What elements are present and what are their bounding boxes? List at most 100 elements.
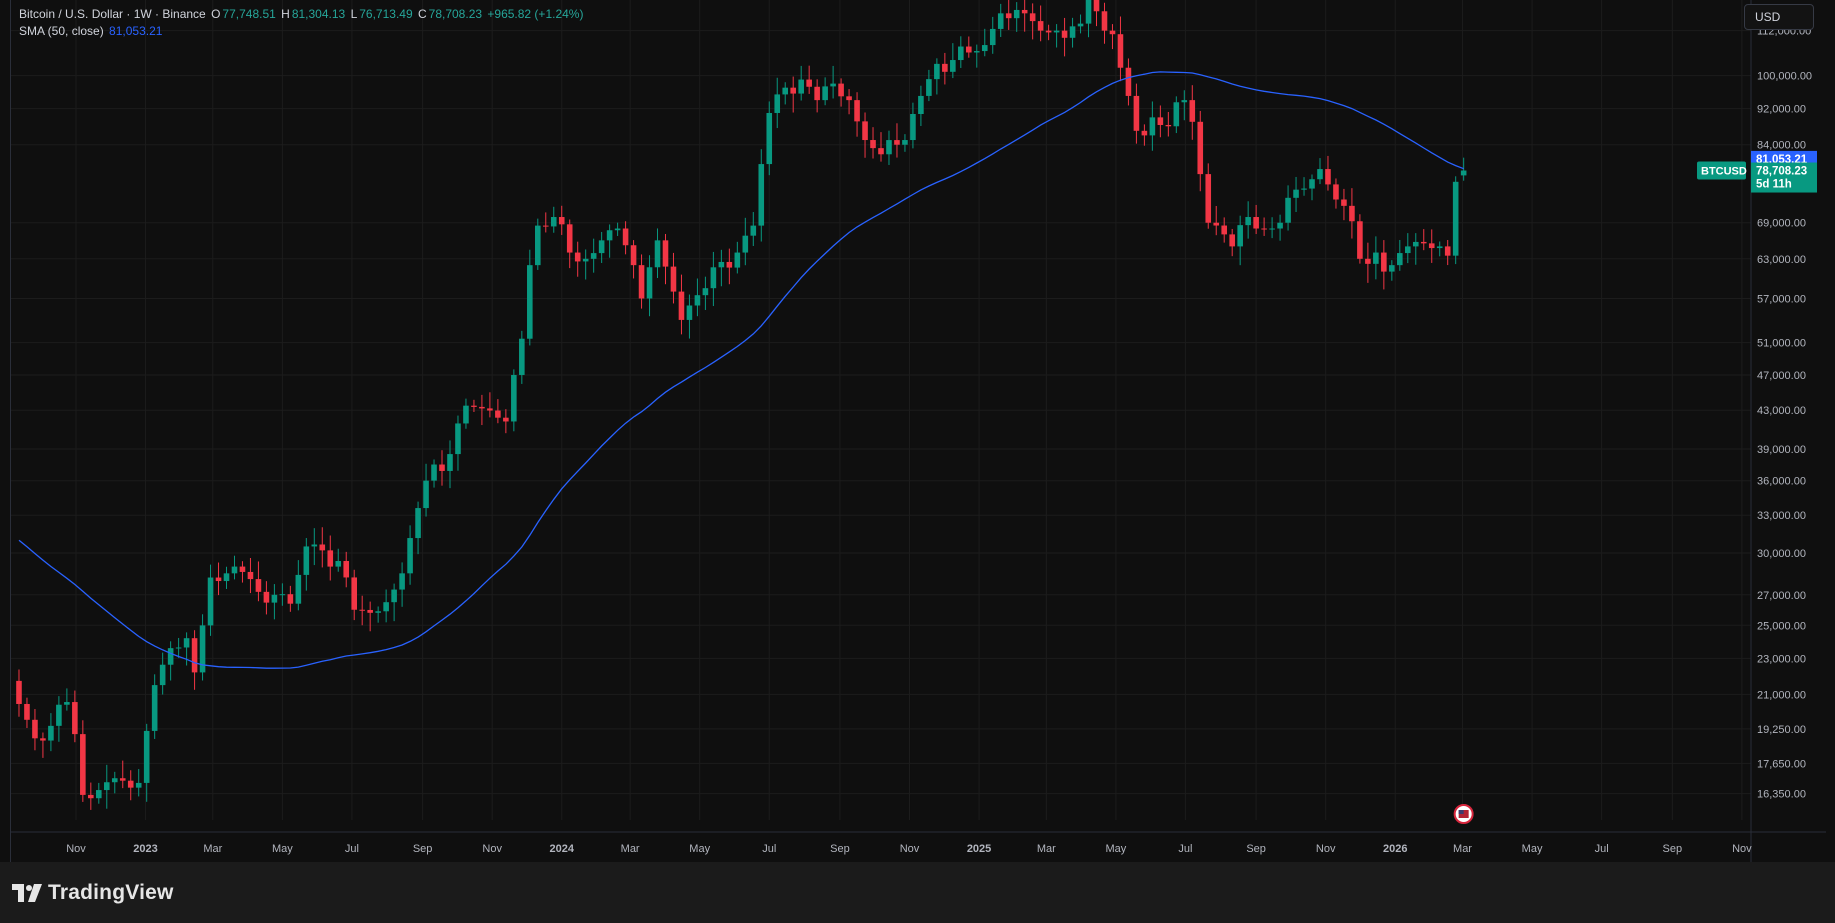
candle-body	[1293, 189, 1299, 198]
candle-body	[1149, 117, 1156, 136]
candle-body	[1013, 9, 1020, 19]
candle-body	[590, 253, 597, 259]
candle-body	[950, 60, 956, 72]
price-tick-label: 30,000.00	[1757, 548, 1806, 560]
candle-body	[495, 410, 501, 418]
candle-body	[686, 305, 693, 320]
candle-body	[519, 338, 525, 375]
chart-area[interactable]: 112,000.00 100,000.00 92,000.00 84,000.00 69…	[10, 0, 1826, 863]
candle-body	[119, 778, 126, 781]
candle-body	[1397, 253, 1403, 266]
candle-body	[870, 140, 876, 149]
candle-body	[1285, 197, 1291, 223]
time-tick-label: 2024	[549, 843, 574, 855]
currency-button[interactable]: USD	[1744, 4, 1814, 30]
candlestick-chart[interactable]: 112,000.00100,000.0092,000.0084,000.0069…	[11, 0, 1826, 862]
candle-body	[1420, 241, 1427, 244]
candle-body	[1237, 225, 1243, 247]
candle-body	[1141, 130, 1148, 136]
legend-title[interactable]: Bitcoin / U.S. Dollar · 1W · Binance	[19, 7, 206, 21]
time-tick-label: 2025	[967, 843, 991, 855]
candle-body	[1325, 169, 1331, 185]
candle-body	[215, 577, 222, 582]
candle-body	[1157, 117, 1164, 125]
candle-body	[1341, 199, 1347, 206]
candle-body	[838, 83, 844, 97]
time-tick-label: Mar	[203, 843, 222, 855]
candle-body	[606, 230, 613, 241]
price-tick-label: 47,000.00	[1757, 370, 1806, 382]
candle-body	[798, 79, 804, 94]
candle-body	[1444, 246, 1451, 256]
candle-body	[1101, 11, 1108, 31]
bar-countdown-label: 5d 11h	[1756, 179, 1792, 191]
candle-body	[646, 267, 653, 299]
candle-body	[503, 417, 509, 422]
time-tick-label: 2026	[1383, 843, 1407, 855]
candle-body	[1165, 124, 1172, 127]
legend-sma-row[interactable]: SMA (50, close) 81,053.21	[19, 23, 585, 40]
price-tick-label: 23,000.00	[1757, 653, 1806, 665]
candle-body	[910, 113, 916, 141]
candle-body	[1197, 121, 1204, 175]
price-tick-label: 84,000.00	[1757, 140, 1806, 152]
candle-body	[415, 508, 421, 539]
price-tick-label: 36,000.00	[1757, 476, 1806, 488]
time-tick-label: 2023	[133, 843, 157, 855]
candle-body	[750, 225, 757, 236]
candle-body	[303, 546, 310, 575]
candle-body	[1269, 228, 1275, 230]
candle-body	[263, 591, 270, 603]
time-tick-label: Jul	[1178, 843, 1192, 855]
candle-body	[1404, 246, 1411, 254]
sma-value: 81,053.21	[109, 24, 163, 38]
candle-body	[56, 704, 62, 726]
candle-body	[455, 423, 461, 455]
time-tick-label: Mar	[1037, 843, 1056, 855]
candle-body	[886, 140, 892, 155]
candle-body	[997, 13, 1004, 29]
candle-body	[1245, 217, 1251, 226]
candle-body	[1357, 221, 1363, 259]
candle-body	[1021, 9, 1028, 14]
candle-body	[766, 112, 773, 165]
candle-body	[1381, 252, 1387, 272]
candle-body	[127, 780, 134, 788]
candle-body	[1037, 21, 1044, 31]
candle-body	[175, 647, 182, 649]
candle-body	[973, 51, 980, 53]
candle-body	[966, 46, 972, 53]
candle-body	[1133, 95, 1140, 131]
candle-body	[934, 63, 940, 80]
candle-body	[1452, 181, 1459, 256]
candle-body	[24, 703, 30, 720]
candle-body	[1428, 243, 1435, 249]
price-tick-label: 21,000.00	[1757, 689, 1806, 701]
brand-name: TradingView	[48, 881, 174, 904]
candle-body	[918, 95, 924, 114]
candle-body	[1093, 0, 1100, 12]
candle-body	[702, 288, 709, 296]
tradingview-logo[interactable]: TradingView	[12, 881, 174, 904]
price-tick-label: 100,000.00	[1757, 71, 1812, 83]
candle-body	[774, 94, 781, 113]
legend-close-label: C	[417, 7, 427, 21]
candle-body	[40, 738, 46, 741]
candle-body	[574, 252, 581, 262]
candle-body	[598, 240, 605, 254]
price-tick-label: 16,350.00	[1757, 789, 1806, 801]
candle-body	[143, 730, 150, 783]
candle-body	[566, 224, 573, 253]
candle-body	[1253, 217, 1259, 229]
time-tick-label: Mar	[621, 843, 640, 855]
legend-close-value: 78,708.23	[428, 7, 483, 21]
time-tick-label: Nov	[66, 843, 86, 855]
candle-body	[1309, 179, 1315, 189]
candle-body	[550, 217, 557, 227]
candle-body	[487, 408, 493, 411]
chart-legend: Bitcoin / U.S. Dollar · 1W · Binance O 77…	[19, 6, 585, 40]
candle-body	[926, 79, 932, 96]
candle-body	[1301, 188, 1307, 190]
candle-body	[1277, 222, 1283, 229]
time-tick-label: Nov	[1316, 843, 1336, 855]
